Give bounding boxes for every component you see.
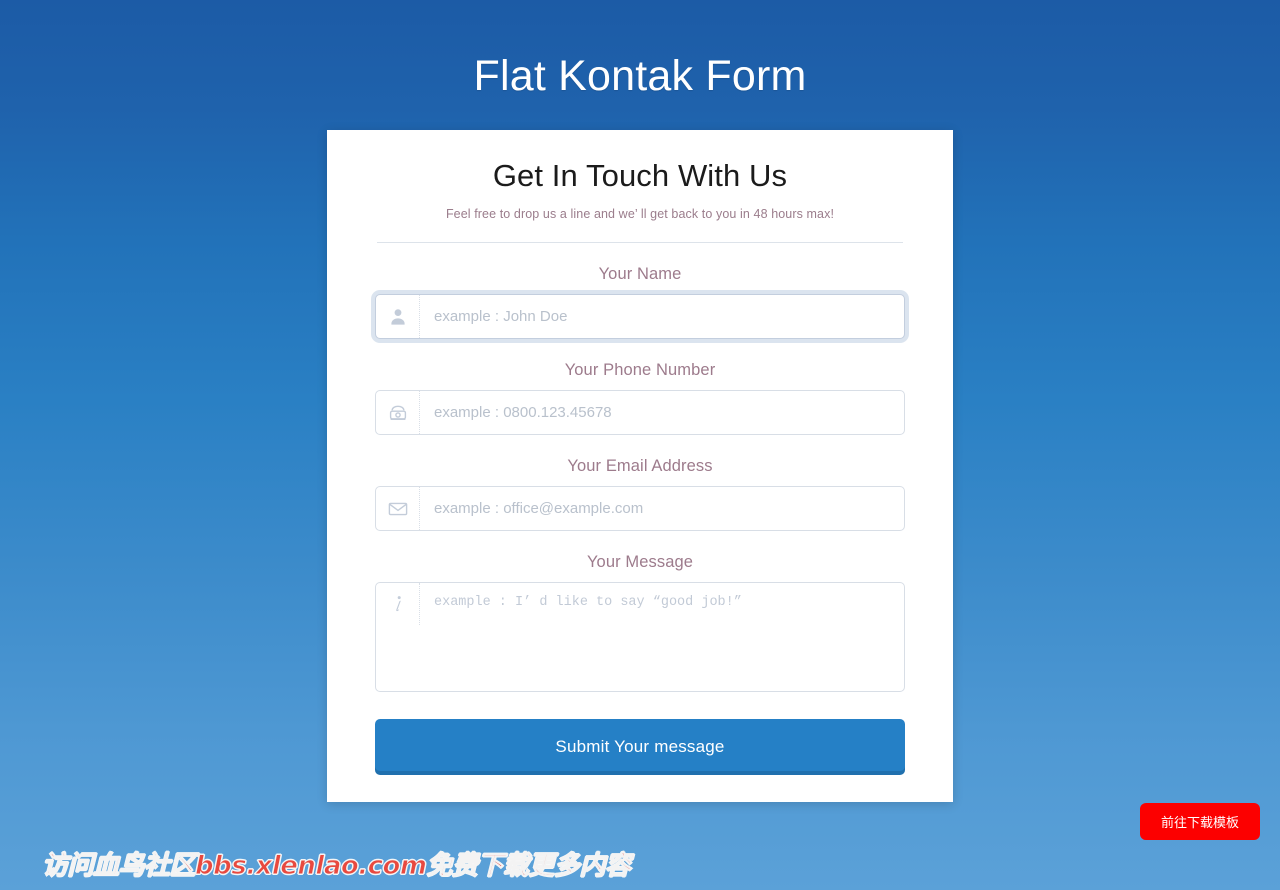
message-input-shell[interactable] [375, 582, 905, 692]
info-icon [376, 583, 420, 625]
message-textarea[interactable] [420, 583, 904, 689]
card-header: Get In Touch With Us Feel free to drop u… [327, 130, 953, 243]
download-template-button[interactable]: 前往下载模板 [1140, 803, 1260, 840]
email-input-shell[interactable] [375, 486, 905, 531]
field-label-email: Your Email Address [567, 457, 713, 475]
submit-row: Submit Your message [327, 719, 953, 775]
telephone-icon [376, 391, 420, 434]
page-title: Flat Kontak Form [473, 52, 807, 100]
name-input-shell[interactable] [375, 294, 905, 339]
site-watermark: 访问血鸟社区bbs.xlenlao.com免费下载更多内容 [41, 851, 631, 882]
envelope-icon [376, 487, 420, 530]
field-message: Your Message [375, 553, 905, 692]
field-label-message: Your Message [586, 553, 694, 571]
field-email: Your Email Address [375, 457, 905, 531]
user-icon [376, 295, 420, 338]
header-divider [377, 242, 903, 243]
field-phone: Your Phone Number [375, 361, 905, 435]
form-subtitle: Feel free to drop us a line and we’ ll g… [445, 207, 835, 221]
submit-button[interactable]: Submit Your message [375, 719, 905, 775]
field-label-name: Your Name [598, 265, 682, 283]
email-input[interactable] [420, 487, 904, 530]
field-name: Your Name [375, 265, 905, 339]
phone-input-shell[interactable] [375, 390, 905, 435]
form-heading: Get In Touch With Us [492, 158, 788, 193]
field-label-phone: Your Phone Number [564, 361, 716, 379]
form-fields: Your Name Your Phone Number [327, 265, 953, 692]
phone-input[interactable] [420, 391, 904, 434]
name-input[interactable] [420, 295, 904, 338]
contact-form-card: Get In Touch With Us Feel free to drop u… [327, 130, 953, 802]
